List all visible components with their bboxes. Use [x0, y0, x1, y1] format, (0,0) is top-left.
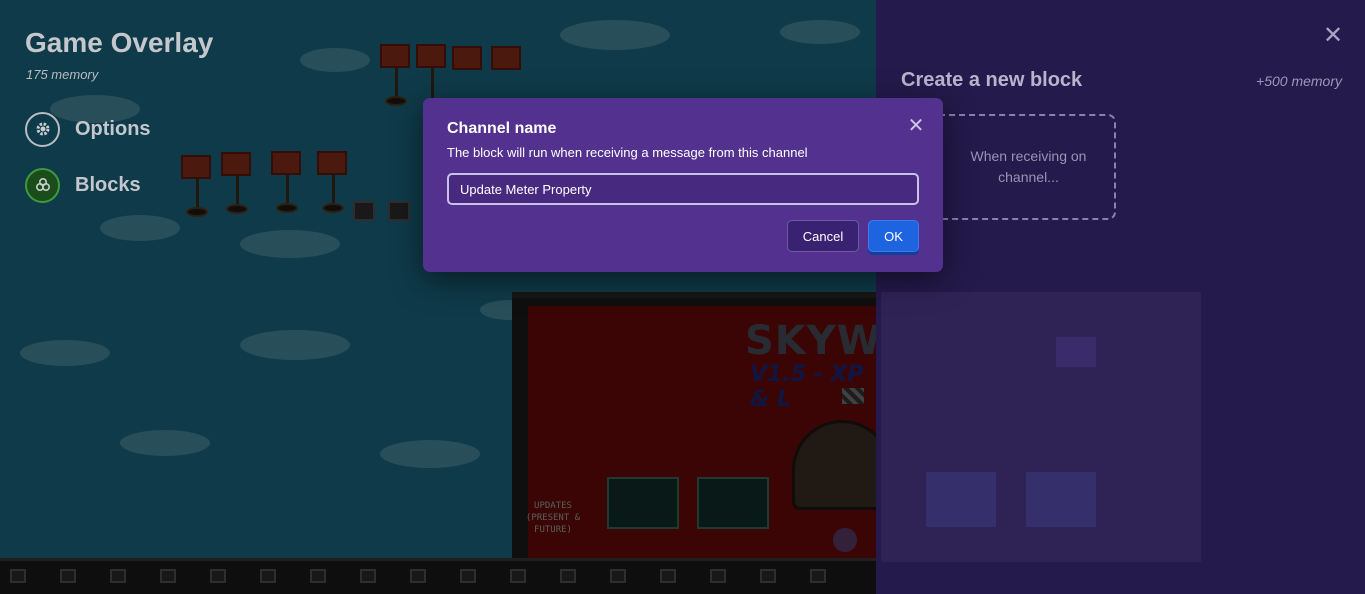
- panel-title: Create a new block: [901, 69, 1083, 91]
- create-block-panel: ✕ Create a new block +500 memory When re…: [876, 0, 1365, 594]
- game-canvas[interactable]: SKYWA V1.5 - XP & L UPDATES (PRESENT & F…: [0, 0, 876, 594]
- sidebar-item-blocks[interactable]: Blocks: [25, 167, 141, 203]
- overlay-title: Game Overlay: [25, 27, 214, 58]
- memory-usage: 175 memory: [26, 67, 99, 82]
- panel-preview: [881, 292, 1201, 562]
- channel-name-dialog: Channel name The block will run when rec…: [423, 98, 943, 272]
- sidebar-item-options[interactable]: Options: [25, 111, 151, 147]
- dialog-title: Channel name: [447, 120, 557, 137]
- dialog-description: The block will run when receiving a mess…: [447, 145, 808, 160]
- modal-backdrop: [0, 0, 876, 594]
- gear-icon: [25, 111, 60, 147]
- sidebar-item-label: Blocks: [75, 173, 141, 196]
- channel-name-input[interactable]: [447, 173, 919, 205]
- block-option-channel[interactable]: When receiving on channel...: [921, 114, 1116, 220]
- close-icon[interactable]: ✕: [1322, 23, 1344, 47]
- sidebar-item-label: Options: [75, 117, 151, 140]
- block-option-label: When receiving on channel...: [970, 148, 1087, 185]
- blocks-icon: [25, 167, 60, 203]
- panel-memory: +500 memory: [1256, 73, 1342, 89]
- ok-button[interactable]: OK: [868, 220, 919, 252]
- cancel-button[interactable]: Cancel: [787, 220, 859, 252]
- close-icon[interactable]: ✕: [907, 115, 925, 135]
